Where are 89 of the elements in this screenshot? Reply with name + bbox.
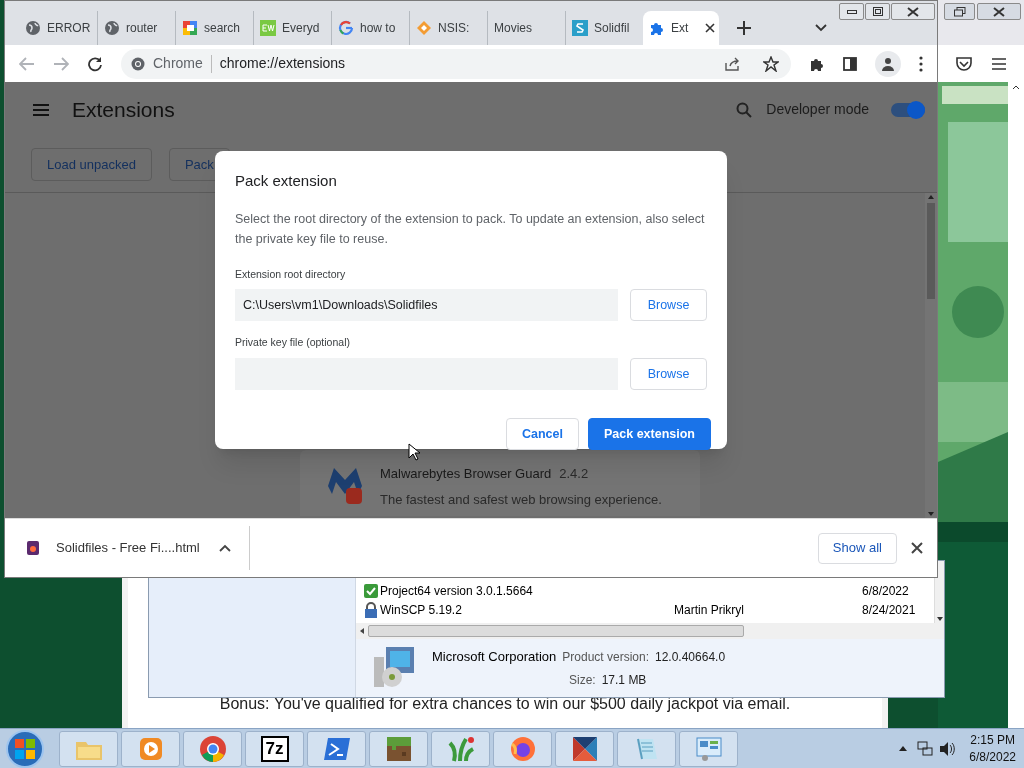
diamond-icon	[416, 20, 432, 36]
close-button[interactable]	[977, 3, 1021, 20]
more-icon[interactable]	[919, 55, 923, 72]
url-text: chrome://extensions	[219, 54, 347, 73]
scroll-up-icon[interactable]	[1012, 84, 1020, 90]
volume-icon[interactable]	[939, 740, 956, 757]
publisher-cell-text: Martin Prikryl	[674, 601, 745, 619]
publisher-name: Microsoft Corporation	[432, 648, 557, 666]
extension-name: Malwarebytes Browser Guard	[380, 465, 552, 483]
site-label: Chrome	[153, 54, 203, 73]
check-badge-icon	[364, 583, 378, 598]
field-label: Private key file (optional)	[235, 335, 351, 351]
scrollbar-thumb[interactable]	[927, 203, 935, 299]
star-icon[interactable]	[763, 55, 779, 72]
restore-icon	[953, 6, 966, 17]
globe-icon	[104, 20, 120, 36]
menu-icon[interactable]	[991, 56, 1007, 71]
size-label: Size:	[569, 671, 596, 689]
dialog-button[interactable]: Cancel	[506, 418, 579, 450]
network-icon[interactable]	[917, 740, 934, 757]
minimize-button[interactable]	[839, 3, 864, 20]
7z-logo-icon: 7z	[260, 735, 289, 762]
dialog-button[interactable]: Pack extension	[588, 418, 711, 450]
tab-search-icon[interactable]	[815, 24, 827, 32]
chrome-icon	[197, 733, 228, 764]
close-button[interactable]	[891, 3, 935, 20]
page-title: Extensions	[72, 96, 176, 123]
reload-icon[interactable]	[87, 55, 103, 72]
close-icon	[993, 6, 1005, 17]
caret-icon[interactable]	[218, 544, 231, 552]
horizontal-scrollbar[interactable]	[356, 623, 944, 639]
size-value: 17.1 MB	[601, 671, 647, 689]
developer-mode-toggle[interactable]	[891, 102, 925, 117]
profile-avatar[interactable]	[875, 50, 901, 77]
dialog-description: Select the root directory of the extension to pack. To update an extension, also select the private key file to reuse.	[235, 210, 706, 248]
scroll-down-icon[interactable]	[936, 617, 943, 621]
share-icon[interactable]	[725, 56, 741, 71]
scrollbar[interactable]	[1008, 82, 1024, 728]
show-all-button[interactable]: Show all	[817, 532, 897, 564]
chrome-icon	[131, 56, 145, 71]
taskbar-app-button[interactable]	[493, 730, 552, 767]
maximize-button[interactable]	[865, 3, 890, 20]
version-value: 12.0.40664.0	[655, 649, 726, 666]
extension-version: 2.4.2	[559, 465, 589, 483]
scroll-left-icon[interactable]	[360, 628, 364, 634]
search-icon[interactable]	[736, 101, 753, 118]
taskbar-app-button[interactable]: 7z	[245, 730, 304, 767]
clock[interactable]: 2:15 PM 6/8/2022	[969, 731, 1016, 766]
browse-button[interactable]: Browse	[630, 289, 707, 322]
close-icon	[907, 6, 919, 17]
windows-logo-icon	[15, 738, 35, 759]
date-cell-text: 8/24/2021	[862, 601, 916, 619]
start-button[interactable]	[6, 729, 44, 768]
version-label: Product version:	[562, 649, 649, 666]
globe-icon	[25, 20, 41, 36]
padlock-icon	[364, 601, 378, 618]
puzzle-icon	[649, 20, 665, 36]
tray-expand-icon[interactable]	[899, 746, 908, 751]
extension-description: The fastest and safest web browsing experience.	[380, 490, 662, 509]
colorful-c-icon	[182, 20, 198, 36]
maximize-icon	[872, 7, 883, 16]
new-tab-icon[interactable]	[737, 21, 751, 35]
s-logo-icon	[572, 20, 588, 36]
taskbar-app-button[interactable]	[307, 730, 366, 767]
field-label: Extension root directory	[235, 266, 347, 282]
minimize-icon	[846, 9, 857, 14]
taskbar-app-button[interactable]	[369, 730, 428, 767]
close-icon[interactable]	[911, 542, 923, 554]
address-bar[interactable]: Chrome chrome://extensions	[121, 48, 791, 79]
taskbar-app-button[interactable]	[555, 730, 614, 767]
browse-button[interactable]: Browse	[630, 358, 707, 390]
side-panel-icon[interactable]	[843, 56, 857, 71]
menu-icon[interactable]	[32, 102, 50, 117]
ew-logo-icon	[260, 20, 276, 36]
date-cell-text: 6/8/2022	[862, 582, 909, 600]
dialog-title: Pack extension	[235, 171, 338, 191]
browser-tab[interactable]: ERROR	[19, 11, 97, 45]
program-name[interactable]: Project64 version 3.0.1.5664	[380, 581, 674, 600]
file-icon	[27, 541, 39, 555]
restore-button[interactable]	[944, 3, 975, 20]
g-logo-icon	[338, 20, 354, 36]
close-icon[interactable]	[705, 23, 715, 33]
developer-mode-label: Developer mode	[766, 100, 869, 119]
path-field[interactable]: C:\Users\vm1\Downloads\Solidfiles	[235, 289, 618, 322]
browser-tab[interactable]: Ext	[643, 11, 719, 45]
program-name[interactable]: WinSCP 5.19.2	[380, 600, 674, 619]
pocket-icon[interactable]	[955, 55, 973, 72]
download-item[interactable]: Solidfiles - Free Fi....html	[56, 538, 200, 558]
scrollbar[interactable]	[925, 193, 937, 518]
